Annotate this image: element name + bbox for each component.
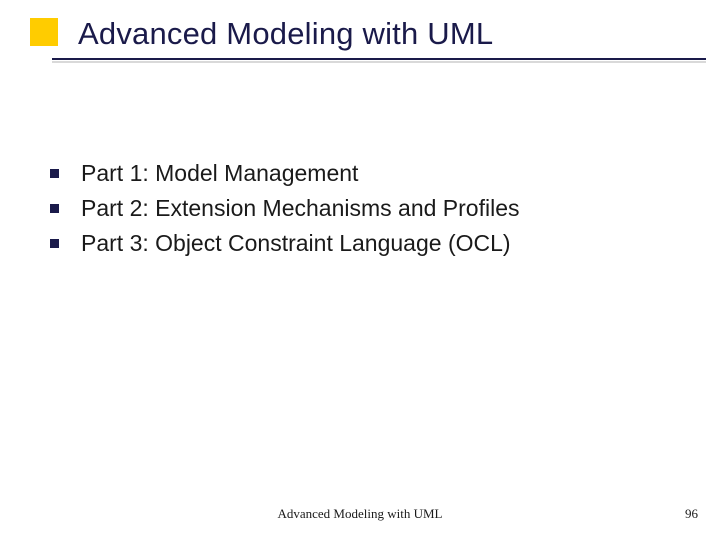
title-container: Advanced Modeling with UML [78, 16, 700, 52]
list-item: Part 2: Extension Mechanisms and Profile… [50, 195, 700, 222]
bullet-icon [50, 169, 59, 178]
footer-title: Advanced Modeling with UML [0, 506, 720, 522]
list-item: Part 3: Object Constraint Language (OCL) [50, 230, 700, 257]
bullet-icon [50, 204, 59, 213]
title-underline-shadow [52, 61, 706, 63]
bullet-text: Part 2: Extension Mechanisms and Profile… [81, 195, 519, 222]
title-accent-square [30, 18, 58, 46]
bullet-text: Part 3: Object Constraint Language (OCL) [81, 230, 511, 257]
bullet-icon [50, 239, 59, 248]
content-area: Part 1: Model Management Part 2: Extensi… [50, 160, 700, 265]
list-item: Part 1: Model Management [50, 160, 700, 187]
title-underline [52, 58, 706, 60]
footer-page-number: 96 [685, 506, 698, 522]
slide-title: Advanced Modeling with UML [78, 16, 700, 52]
footer: Advanced Modeling with UML 96 [0, 506, 720, 526]
bullet-text: Part 1: Model Management [81, 160, 358, 187]
